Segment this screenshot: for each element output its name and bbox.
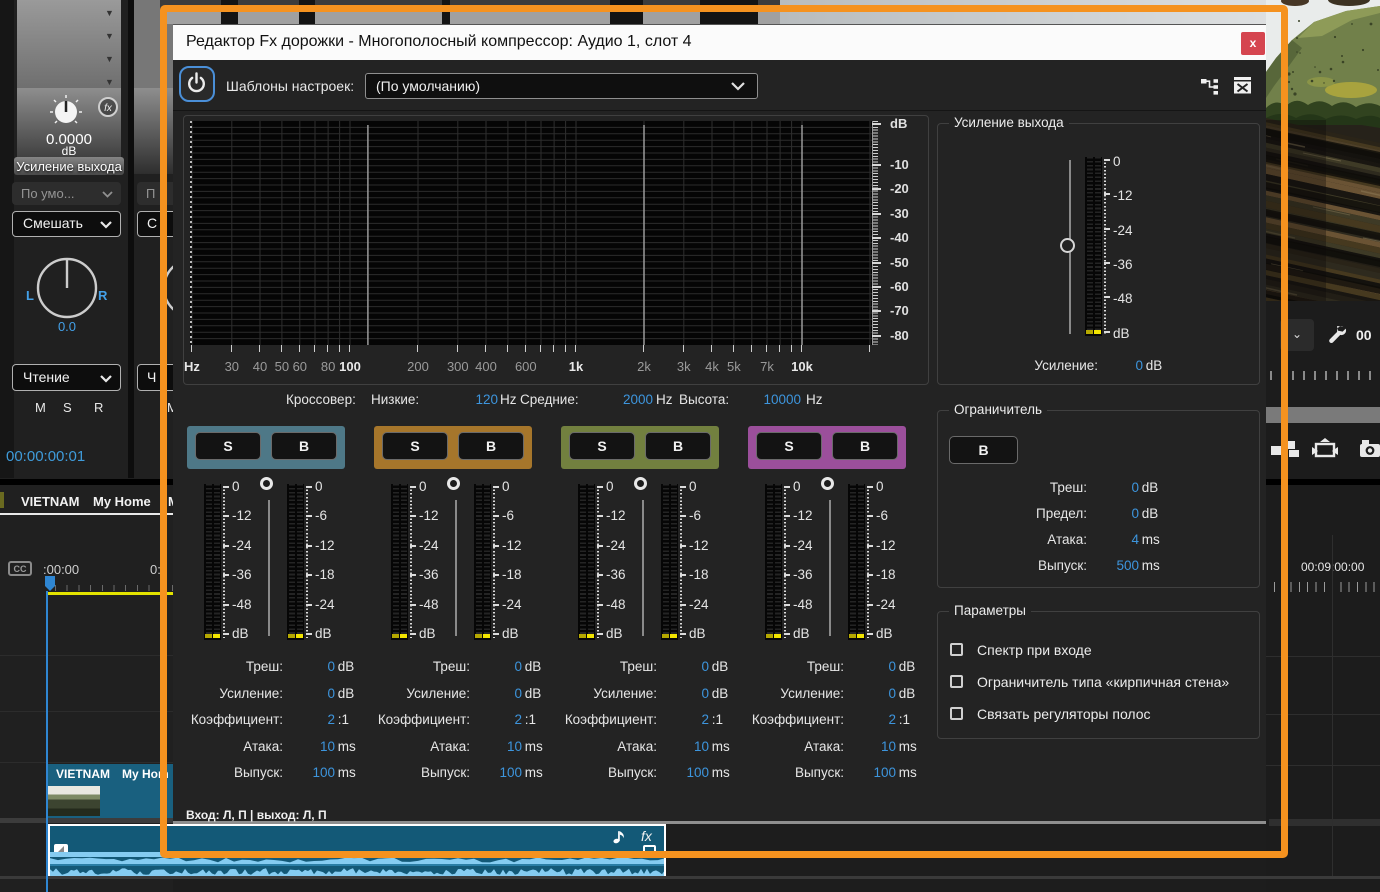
svg-text:fx: fx [104, 103, 113, 114]
